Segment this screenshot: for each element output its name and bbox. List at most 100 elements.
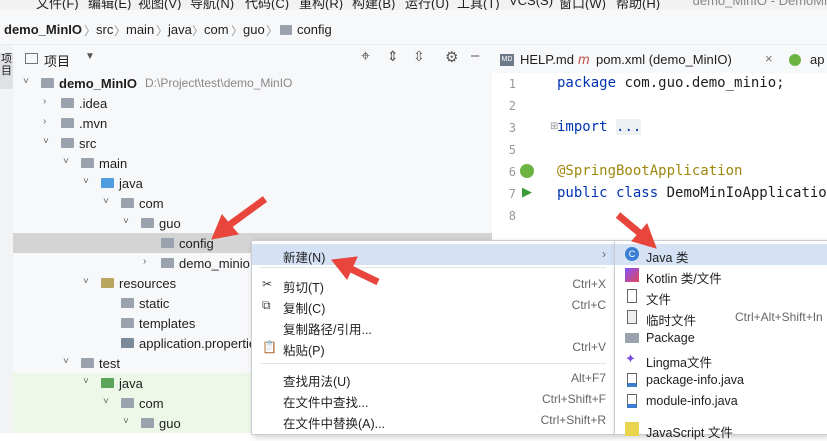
tree-item-label: src	[79, 136, 97, 151]
chevron-down-icon[interactable]: ˅	[103, 396, 109, 407]
menu-item-cut[interactable]: ✂ 剪切(T) Ctrl+X	[252, 274, 614, 295]
breadcrumb-src[interactable]: src	[96, 22, 113, 37]
tree-item-label: java	[119, 376, 143, 391]
submenu-item-module-info[interactable]: module-info.java	[615, 391, 827, 412]
folder-icon	[280, 25, 292, 35]
stripe-project-tab[interactable]: 项目	[0, 53, 13, 89]
tree-item-src[interactable]: ˅ src	[13, 133, 492, 153]
menu-tools[interactable]: 工具(T)	[457, 0, 500, 10]
tab-application[interactable]: ap	[810, 52, 824, 67]
folder-icon	[101, 378, 114, 388]
chevron-down-icon[interactable]: ˅	[83, 376, 89, 387]
kotlin-icon	[625, 268, 639, 282]
chevron-down-icon[interactable]: ˅	[63, 156, 69, 167]
run-icon[interactable]: ▶	[522, 184, 532, 200]
tree-item-main[interactable]: ˅ main	[13, 153, 492, 173]
menu-item-find-usages[interactable]: 查找用法(U) Alt+F7	[252, 368, 614, 389]
menu-item-replace-in-files[interactable]: 在文件中替换(A)... Ctrl+Shift+R	[252, 410, 614, 431]
menu-build[interactable]: 构建(B)	[352, 0, 395, 10]
menu-item-copy-path[interactable]: 复制路径/引用...	[252, 316, 614, 337]
breadcrumb-config[interactable]: config	[297, 22, 332, 37]
menu-item-new[interactable]: 新建(N) ›	[252, 244, 614, 265]
chevron-down-icon[interactable]: ˅	[83, 176, 89, 187]
tree-item-label: templates	[139, 316, 196, 331]
project-panel-header: 项目 ▼ ⌖ ⇕ ⇳ ⚙ –	[13, 45, 492, 74]
tree-item-guo[interactable]: ˅ guo	[13, 213, 492, 233]
breadcrumb-java[interactable]: java	[168, 22, 192, 37]
spring-bean-icon[interactable]	[520, 164, 534, 178]
menu-refactor[interactable]: 重构(R)	[299, 0, 343, 10]
tree-item-label: demo_MinIO	[59, 76, 138, 91]
submenu-item-scratch[interactable]: 临时文件 Ctrl+Alt+Shift+In	[615, 307, 827, 328]
tree-item-java[interactable]: ˅ java	[13, 173, 492, 193]
code-line-1: package com.guo.demo_minio;	[557, 75, 785, 91]
chevron-down-icon[interactable]: ˅	[63, 356, 69, 367]
folder-icon	[41, 78, 54, 88]
tree-item-label: com	[139, 396, 164, 411]
close-icon[interactable]: ×	[765, 51, 773, 66]
submenu-item-label: Lingma文件	[646, 356, 712, 370]
package-icon	[121, 198, 134, 208]
submenu-item-file[interactable]: 文件	[615, 286, 827, 307]
menu-item-label: 新建(N)	[283, 251, 326, 265]
submenu-item-java-class[interactable]: C Java 类	[615, 244, 827, 265]
submenu-item-kotlin[interactable]: Kotlin 类/文件	[615, 265, 827, 286]
chevron-right-icon[interactable]: ›	[43, 116, 46, 127]
chevron-right-icon[interactable]: ›	[143, 256, 146, 267]
collapse-all-icon[interactable]: ⇳	[413, 48, 425, 65]
menu-help[interactable]: 帮助(H)	[616, 0, 660, 10]
menu-file[interactable]: 文件(F)	[36, 0, 79, 10]
menu-window[interactable]: 窗口(W)	[559, 0, 606, 10]
submenu-item-package-info[interactable]: package-info.java	[615, 370, 827, 391]
chevron-down-icon[interactable]: ˅	[103, 196, 109, 207]
menu-item-find-in-files[interactable]: 在文件中查找... Ctrl+Shift+F	[252, 389, 614, 410]
menu-item-label: 粘贴(P)	[283, 344, 325, 358]
submenu-item-package[interactable]: Package	[615, 328, 827, 349]
tree-item-demo_minio[interactable]: ˅ demo_MinIO D:\Project\test\demo_MinIO	[13, 73, 492, 93]
menu-navigate[interactable]: 导航(N)	[190, 0, 234, 10]
menu-code[interactable]: 代码(C)	[245, 0, 289, 10]
menu-divider	[260, 267, 606, 268]
gear-icon[interactable]: ⚙	[445, 48, 458, 66]
tab-pom-xml[interactable]: pom.xml (demo_MinIO)	[596, 52, 732, 67]
breadcrumb-separator: 〉	[84, 24, 97, 38]
submenu-item-shortcut: Ctrl+Alt+Shift+In	[735, 310, 823, 324]
code-editor[interactable]: package com.guo.demo_minio; import ... @…	[548, 73, 827, 233]
folder-icon	[81, 358, 94, 368]
submenu-item-lingma[interactable]: ✦ Lingma文件	[615, 349, 827, 371]
markdown-icon: MD	[500, 54, 514, 66]
menu-item-label: 在文件中查找...	[283, 396, 369, 410]
tree-item-com[interactable]: ˅ com	[13, 193, 492, 213]
breadcrumb-main[interactable]: main	[126, 22, 154, 37]
breadcrumb-project[interactable]: demo_MinIO	[4, 22, 82, 37]
minimize-icon[interactable]: –	[471, 47, 479, 64]
chevron-right-icon[interactable]: ›	[43, 96, 46, 107]
chevron-down-icon[interactable]: ▼	[85, 51, 95, 62]
submenu-item-label: package-info.java	[646, 373, 744, 387]
tree-item-mvn[interactable]: › .mvn	[13, 113, 492, 133]
menu-item-label: 剪切(T)	[283, 281, 324, 295]
tab-help-md[interactable]: HELP.md	[520, 52, 574, 67]
window-title: demo_MinIO - DemoMi	[692, 0, 827, 8]
menu-item-paste[interactable]: 📋 粘贴(P) Ctrl+V	[252, 337, 614, 358]
panel-title[interactable]: 项目	[44, 51, 70, 70]
menu-edit[interactable]: 编辑(E)	[88, 0, 131, 10]
chevron-down-icon[interactable]: ˅	[23, 76, 29, 87]
fold-icon[interactable]: ⊞	[550, 121, 558, 132]
tree-item-label: .mvn	[79, 116, 108, 131]
breadcrumb-guo[interactable]: guo	[243, 22, 265, 37]
tree-item-idea[interactable]: › .idea	[13, 93, 492, 113]
menu-item-copy[interactable]: ⧉ 复制(C) Ctrl+C	[252, 295, 614, 316]
menu-view[interactable]: 视图(V)	[138, 0, 181, 10]
package-icon	[141, 418, 154, 428]
menu-vcs[interactable]: VCS(S)	[509, 0, 553, 8]
chevron-down-icon[interactable]: ˅	[123, 416, 129, 427]
chevron-down-icon[interactable]: ˅	[43, 136, 49, 147]
locate-icon[interactable]: ⌖	[361, 48, 370, 66]
chevron-down-icon[interactable]: ˅	[83, 276, 89, 287]
breadcrumb-com[interactable]: com	[204, 22, 229, 37]
submenu-item-javascript[interactable]: JavaScript 文件	[615, 419, 827, 440]
chevron-down-icon[interactable]: ˅	[123, 216, 129, 227]
menu-run[interactable]: 运行(U)	[405, 0, 449, 10]
expand-all-icon[interactable]: ⇕	[387, 48, 399, 65]
